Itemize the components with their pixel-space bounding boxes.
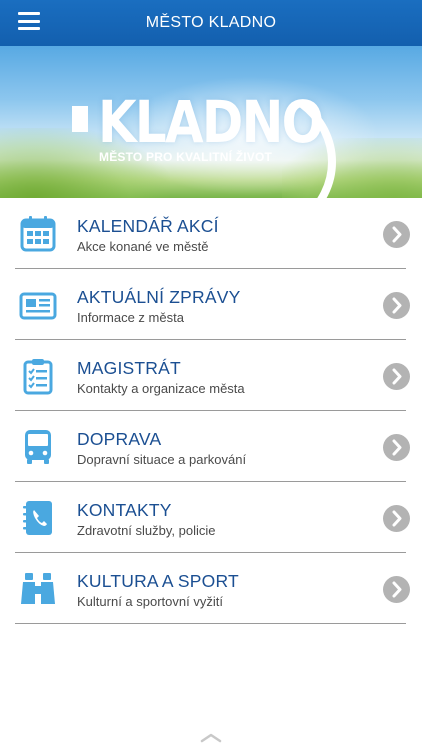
menu-item-subtitle: Dopravní situace a parkování <box>77 452 247 467</box>
menu-item-culture-sport[interactable]: KULTURA A SPORT Kulturní a sportovní vyž… <box>0 553 422 624</box>
chevron-right-icon[interactable] <box>383 434 410 461</box>
city-banner: KLADNO MĚSTO PRO KVALITNÍ ŽIVOT <box>0 46 422 198</box>
menu-item-title: MAGISTRÁT <box>77 358 181 378</box>
menu-item-news[interactable]: AKTUÁLNÍ ZPRÁVY Informace z města <box>0 269 422 340</box>
chevron-right-icon[interactable] <box>383 292 410 319</box>
menu-item-subtitle: Informace z města <box>77 310 184 325</box>
hamburger-menu-icon[interactable] <box>18 12 40 30</box>
divider <box>15 623 406 624</box>
menu-item-subtitle: Zdravotní služby, policie <box>77 523 216 538</box>
logo-dot <box>72 106 88 132</box>
menu-item-city-office[interactable]: MAGISTRÁT Kontakty a organizace města <box>0 340 422 411</box>
main-menu: KALENDÁŘ AKCÍ Akce konané ve městě AKTUÁ… <box>0 198 422 624</box>
menu-item-subtitle: Akce konané ve městě <box>77 239 209 254</box>
menu-item-contacts[interactable]: KONTAKTY Zdravotní služby, policie <box>0 482 422 553</box>
chevron-right-icon[interactable] <box>383 363 410 390</box>
menu-item-title: KONTAKTY <box>77 500 172 520</box>
logo-parenthesis-icon <box>299 100 336 198</box>
menu-item-title: KALENDÁŘ AKCÍ <box>77 216 219 236</box>
menu-item-subtitle: Kontakty a organizace města <box>77 381 245 396</box>
menu-item-title: KULTURA A SPORT <box>77 571 239 591</box>
menu-item-subtitle: Kulturní a sportovní vyžití <box>77 594 223 609</box>
city-logo-text: KLADNO <box>98 88 324 156</box>
menu-item-calendar[interactable]: KALENDÁŘ AKCÍ Akce konané ve městě <box>0 198 422 269</box>
phone-book-icon <box>23 501 52 535</box>
chevron-right-icon[interactable] <box>383 505 410 532</box>
page-title: MĚSTO KLADNO <box>145 14 277 31</box>
menu-item-title: DOPRAVA <box>77 429 162 449</box>
binoculars-icon <box>21 573 55 604</box>
menu-item-title: AKTUÁLNÍ ZPRÁVY <box>77 287 241 307</box>
calendar-icon <box>20 216 56 252</box>
bus-icon <box>25 430 51 464</box>
chevron-right-icon[interactable] <box>383 221 410 248</box>
chevron-up-icon[interactable] <box>199 731 223 743</box>
top-bar: MĚSTO KLADNO <box>0 0 422 46</box>
city-logo-tagline: MĚSTO PRO KVALITNÍ ŽIVOT <box>99 150 273 164</box>
newspaper-icon <box>19 292 57 320</box>
clipboard-checklist-icon <box>23 359 53 395</box>
chevron-right-icon[interactable] <box>383 576 410 603</box>
menu-item-transport[interactable]: DOPRAVA Dopravní situace a parkování <box>0 411 422 482</box>
